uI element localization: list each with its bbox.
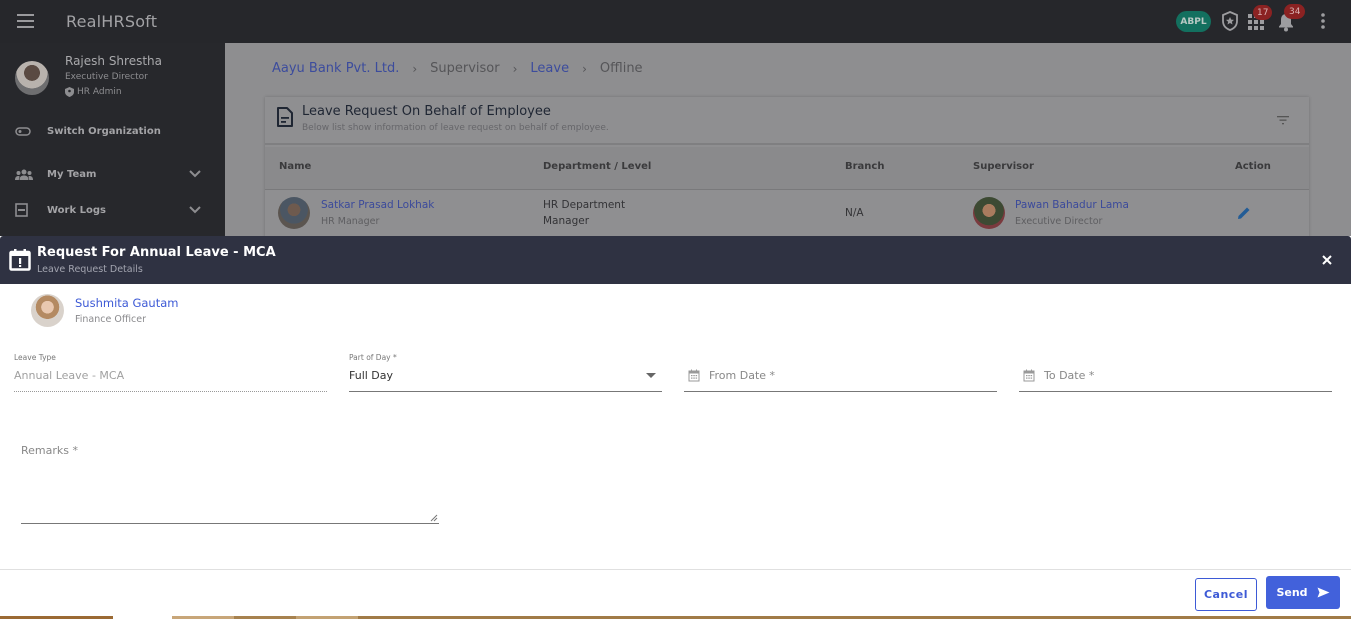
menu-icon[interactable]	[17, 14, 34, 28]
document-icon	[277, 107, 293, 127]
work-logs-icon	[15, 203, 28, 217]
to-date-placeholder: To Date *	[1044, 369, 1095, 382]
user-access: HR Admin	[65, 87, 122, 97]
shield-star-icon[interactable]	[1221, 11, 1239, 31]
employee-designation: HR Manager	[321, 216, 380, 227]
apps-count-badge: 17	[1253, 5, 1273, 20]
user-access-label: HR Admin	[77, 87, 122, 97]
top-bar: RealHRSoft ABPL 17 34	[0, 0, 1351, 43]
send-button-label: Send	[1276, 586, 1308, 599]
breadcrumb-organization[interactable]: Aayu Bank Pvt. Ltd.	[272, 61, 399, 76]
department: HR Department	[543, 199, 626, 211]
sidebar: Rajesh Shrestha Executive Director HR Ad…	[0, 43, 225, 243]
column-action: Action	[1235, 161, 1271, 172]
breadcrumb-offline: Offline	[599, 61, 643, 76]
card-title: Leave Request On Behalf of Employee	[302, 104, 551, 119]
notifications-count-badge: 34	[1284, 4, 1306, 19]
team-icon	[15, 169, 33, 180]
leave-type-value: Annual Leave - MCA	[14, 369, 125, 382]
sidebar-item-work-logs[interactable]: Work Logs	[0, 196, 225, 224]
to-date-input[interactable]: To Date *	[1019, 348, 1332, 394]
modal-subtitle: Leave Request Details	[37, 264, 143, 275]
breadcrumb-leave[interactable]: Leave	[530, 61, 569, 76]
calendar-alert-icon	[9, 249, 31, 271]
chevron-down-icon	[189, 206, 201, 214]
send-icon	[1317, 587, 1330, 598]
remarks-label: Remarks *	[21, 444, 78, 457]
sidebar-item-label: Work Logs	[47, 204, 106, 216]
employee-name-link[interactable]: Satkar Prasad Lokhak	[321, 199, 434, 211]
part-of-day-value: Full Day	[349, 369, 394, 382]
part-of-day-label: Part of Day *	[349, 353, 397, 362]
column-name[interactable]: Name	[279, 161, 311, 172]
leave-request-modal: Request For Annual Leave - MCA Leave Req…	[0, 236, 1351, 617]
employee-avatar	[278, 197, 310, 229]
supervisor-avatar	[973, 197, 1005, 229]
resize-handle-icon[interactable]	[430, 514, 438, 522]
main-content: Aayu Bank Pvt. Ltd. › Supervisor › Leave…	[225, 43, 1351, 243]
column-branch[interactable]: Branch	[845, 161, 884, 172]
calendar-icon	[1023, 369, 1035, 382]
column-department-level[interactable]: Department / Level	[543, 161, 651, 172]
level: Manager	[543, 215, 590, 227]
leave-type-label: Leave Type	[14, 353, 56, 362]
breadcrumb-separator: ›	[412, 61, 418, 76]
app-title: RealHRSoft	[66, 12, 158, 31]
filter-icon[interactable]	[1277, 116, 1289, 125]
field-underline	[21, 523, 439, 524]
user-role: Executive Director	[65, 72, 148, 82]
supervisor-name-link[interactable]: Pawan Bahadur Lama	[1015, 199, 1129, 211]
breadcrumb-supervisor: Supervisor	[430, 61, 500, 76]
sidebar-item-switch-organization[interactable]: Switch Organization	[0, 117, 225, 145]
user-avatar[interactable]	[15, 61, 49, 95]
modal-title: Request For Annual Leave - MCA	[37, 245, 276, 260]
remarks-textarea[interactable]: Remarks *	[21, 436, 439, 524]
toggle-icon	[15, 126, 31, 136]
field-underline	[349, 391, 662, 392]
calendar-icon	[688, 369, 700, 382]
sidebar-item-label: My Team	[47, 168, 97, 180]
from-date-placeholder: From Date *	[709, 369, 776, 382]
shield-user-icon	[65, 87, 74, 97]
field-underline	[1019, 391, 1332, 392]
leave-request-card: Leave Request On Behalf of Employee Belo…	[265, 97, 1309, 243]
field-underline	[684, 391, 997, 392]
field-underline	[14, 391, 327, 392]
leave-type-field: Leave Type Annual Leave - MCA	[14, 348, 327, 394]
organization-badge[interactable]: ABPL	[1176, 11, 1211, 32]
sidebar-item-label: Switch Organization	[47, 125, 161, 137]
column-supervisor[interactable]: Supervisor	[973, 161, 1034, 172]
send-button[interactable]: Send	[1266, 576, 1340, 609]
edit-pencil-icon[interactable]	[1237, 206, 1251, 220]
employee-avatar	[31, 294, 64, 327]
card-header: Leave Request On Behalf of Employee Belo…	[265, 97, 1309, 145]
table-header: Name Department / Level Branch Superviso…	[265, 147, 1309, 190]
breadcrumb-separator: ›	[512, 61, 518, 76]
user-name: Rajesh Shrestha	[65, 54, 163, 68]
table-row: Satkar Prasad Lokhak HR Manager HR Depar…	[265, 191, 1309, 235]
sidebar-item-my-team[interactable]: My Team	[0, 160, 225, 188]
chevron-down-icon	[189, 170, 201, 178]
app-root: RealHRSoft ABPL 17 34 Rajesh Shrestha Ex…	[0, 0, 1351, 619]
card-subtitle: Below list show information of leave req…	[302, 123, 609, 133]
close-icon[interactable]	[1320, 253, 1334, 267]
part-of-day-select[interactable]: Part of Day * Full Day	[349, 348, 662, 394]
dropdown-caret-icon	[646, 373, 656, 378]
branch: N/A	[845, 207, 864, 219]
breadcrumb-separator: ›	[582, 61, 587, 76]
employee-role: Finance Officer	[75, 314, 146, 325]
more-vert-icon[interactable]	[1320, 13, 1326, 29]
modal-header: Request For Annual Leave - MCA Leave Req…	[0, 236, 1351, 284]
from-date-input[interactable]: From Date *	[684, 348, 997, 394]
modal-footer: Cancel Send	[0, 569, 1351, 617]
cancel-button[interactable]: Cancel	[1195, 578, 1257, 611]
employee-name-link[interactable]: Sushmita Gautam	[75, 296, 178, 310]
breadcrumb: Aayu Bank Pvt. Ltd. › Supervisor › Leave…	[272, 61, 643, 76]
supervisor-designation: Executive Director	[1015, 216, 1103, 227]
